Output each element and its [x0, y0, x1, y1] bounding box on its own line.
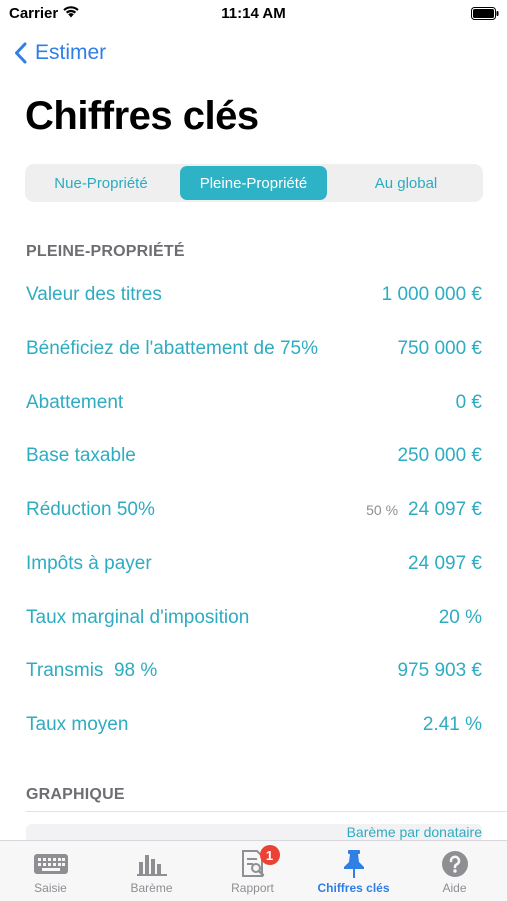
tab-label: Rapport: [231, 881, 274, 895]
tab-label: Aide: [442, 881, 467, 895]
row-transmis: Transmis 98 % 975 903 €: [26, 657, 482, 685]
row-value: 750 000 €: [397, 338, 482, 359]
tab-aide[interactable]: Aide: [404, 841, 505, 901]
divider: [26, 811, 507, 812]
notification-badge: 1: [259, 845, 280, 865]
section-header-pleine-propriete: PLEINE-PROPRIÉTÉ: [26, 243, 185, 260]
row-value: 250 000 €: [397, 445, 482, 466]
row-label: Base taxable: [26, 445, 136, 466]
row-abattement: Abattement 0 €: [26, 389, 482, 417]
row-taux-moyen: Taux moyen 2.41 %: [26, 711, 482, 739]
row-value: 24 097 €: [408, 499, 482, 520]
tab-rapport[interactable]: 1 Rapport: [202, 841, 303, 901]
row-label: Impôts à payer: [26, 553, 152, 574]
help-icon: [441, 849, 469, 879]
row-percent: 50 %: [366, 502, 399, 518]
row-taux-marginal: Taux marginal d'imposition 20 %: [26, 604, 482, 632]
row-value: 0 €: [455, 392, 482, 413]
bar-chart-icon: [136, 849, 168, 879]
report-search-icon: 1: [238, 845, 280, 879]
tab-bar: Saisie Barème 1 Rapport Chiffres clés Ai…: [0, 840, 507, 901]
page-title: Chiffres clés: [25, 94, 259, 138]
row-value: 24 097 €: [408, 553, 482, 574]
tab-chiffres-cles[interactable]: Chiffres clés: [303, 841, 404, 901]
row-label: Valeur des titres: [26, 284, 162, 305]
row-right: 50 % 24 097 €: [366, 499, 482, 521]
battery-icon: [471, 7, 499, 20]
row-label: Taux marginal d'imposition: [26, 607, 250, 628]
row-label: Taux moyen: [26, 714, 129, 735]
row-impots-a-payer: Impôts à payer 24 097 €: [26, 550, 482, 578]
row-value: 20 %: [438, 607, 482, 628]
row-label: Bénéficiez de l'abattement de 75%: [26, 338, 318, 359]
segment-au-global[interactable]: Au global: [331, 166, 481, 200]
tab-saisie[interactable]: Saisie: [0, 841, 101, 901]
row-label: Abattement: [26, 392, 124, 413]
row-abattement-75: Bénéficiez de l'abattement de 75% 750 00…: [26, 335, 482, 363]
tab-label: Saisie: [34, 881, 67, 895]
segmented-control: Nue-Propriété Pleine-Propriété Au global: [25, 164, 483, 202]
row-value: 1 000 000 €: [381, 284, 482, 305]
row-label: Réduction 50%: [26, 499, 155, 520]
segment-pleine-propriete[interactable]: Pleine-Propriété: [180, 166, 327, 200]
chevron-left-icon: [15, 42, 27, 64]
pin-icon: [341, 849, 367, 879]
back-button[interactable]: Estimer: [14, 38, 106, 68]
segment-nue-propriete[interactable]: Nue-Propriété: [27, 166, 175, 200]
tab-label: Barème: [130, 881, 173, 895]
row-label: Transmis 98 %: [26, 660, 158, 681]
status-time: 11:14 AM: [221, 5, 286, 22]
row-value: 975 903 €: [397, 660, 482, 681]
tab-label: Chiffres clés: [317, 881, 390, 895]
row-reduction: Réduction 50% 50 % 24 097 €: [26, 496, 482, 524]
row-value: 2.41 %: [422, 714, 482, 735]
row-valeur-titres: Valeur des titres 1 000 000 €: [26, 281, 482, 309]
keyboard-icon: [33, 849, 69, 879]
section-header-graphique: GRAPHIQUE: [26, 786, 125, 803]
row-base-taxable: Base taxable 250 000 €: [26, 442, 482, 470]
status-bar: Carrier 11:14 AM: [0, 0, 507, 30]
chart-label: Barème par donataire: [346, 824, 482, 840]
tab-bareme[interactable]: Barème: [101, 841, 202, 901]
back-label: Estimer: [35, 41, 107, 64]
